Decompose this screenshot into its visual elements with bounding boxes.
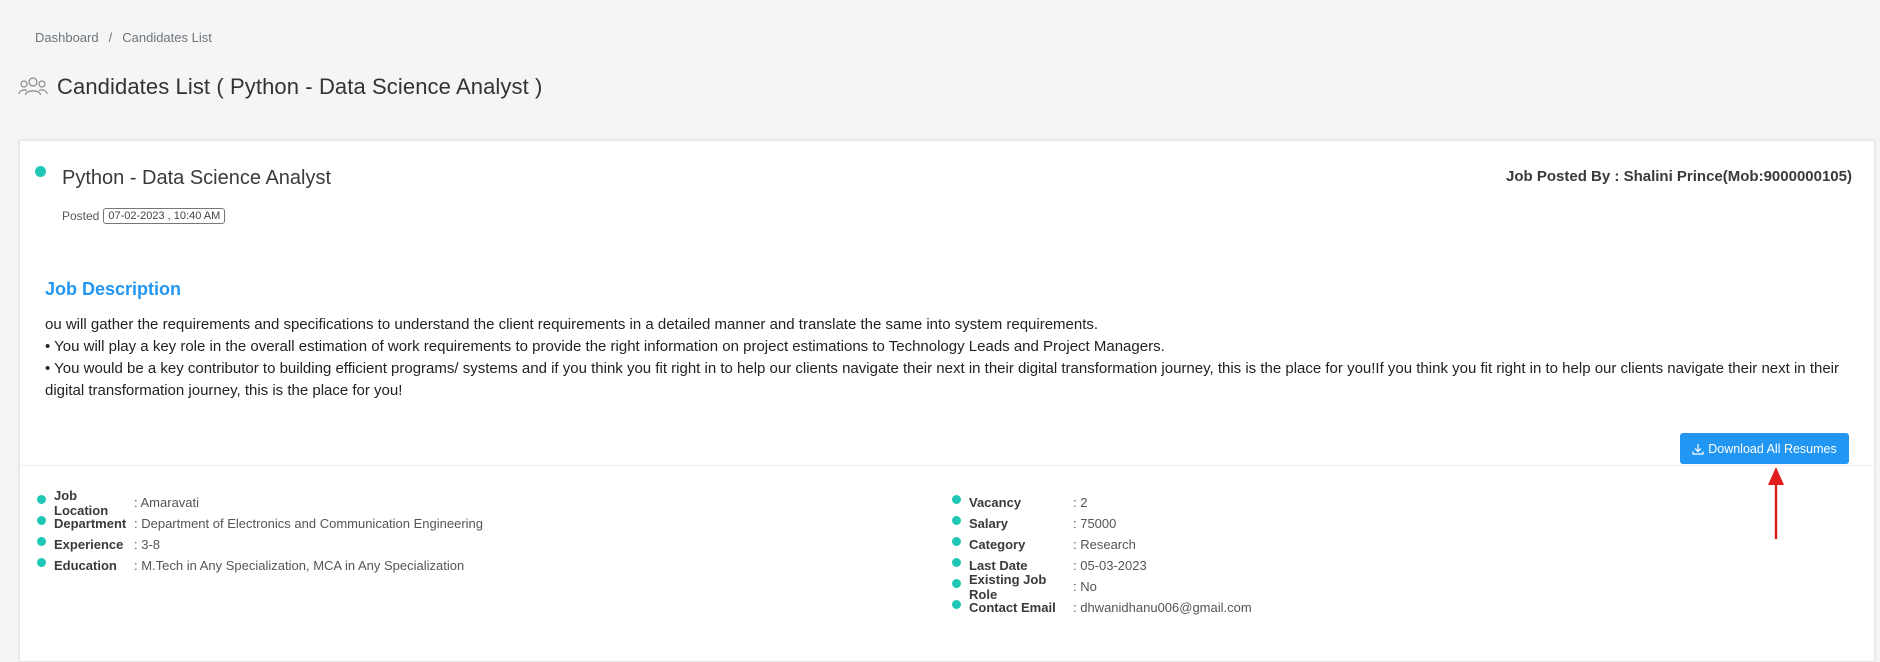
detail-job-location: Job Location : Amaravati [37,488,483,518]
users-icon [18,77,48,96]
detail-value: : 75000 [1073,516,1117,531]
download-all-resumes-label: Download All Resumes [1708,441,1837,456]
detail-value: : M.Tech in Any Specialization, MCA in A… [134,558,465,573]
bullet-icon [952,579,961,588]
detail-label: Existing Job Role [969,571,1047,602]
bullet-icon [952,558,961,567]
job-description-line: • You would be a key contributor to buil… [45,360,1840,399]
detail-contact-email: Contact Email : dhwanidhanu006@gmail.com [952,597,1252,618]
detail-label: Category [969,537,1026,552]
detail-existing-job-role: Existing Job Role : No [952,572,1252,602]
detail-label: Education [54,558,117,573]
posted-date-badge: 07-02-2023 , 10:40 AM [103,208,226,224]
job-description-line: ou will gather the requirements and spec… [45,316,1099,333]
detail-label: Vacancy [969,495,1022,510]
detail-value: : Department of Electronics and Communic… [134,516,484,531]
detail-department: Department : Department of Electronics a… [37,513,483,534]
detail-value: : 05-03-2023 [1073,558,1147,573]
download-icon [1692,443,1704,455]
detail-value: : No [1073,579,1097,594]
breadcrumb-dashboard-link[interactable]: Dashboard [35,30,99,45]
job-description-heading: Job Description [45,279,182,299]
bullet-icon [37,495,46,504]
detail-category: Category : Research [952,534,1252,555]
detail-value: : 2 [1073,495,1088,510]
red-arrow-up-icon [1768,467,1784,539]
job-details-right: Vacancy : 2 Salary : 75000 Category : Re… [952,492,1252,618]
detail-value: : Research [1073,537,1136,552]
posted-row: Posted 07-02-2023 , 10:40 AM [62,208,226,224]
detail-label: Salary [969,516,1009,531]
detail-salary: Salary : 75000 [952,513,1252,534]
breadcrumb-separator: / [108,30,113,45]
job-details-left: Job Location : Amaravati Department : De… [37,488,483,576]
bullet-icon [37,537,46,546]
detail-label: Department [54,516,127,531]
bullet-icon [952,600,961,609]
bullet-icon [952,495,961,504]
bullet-icon [37,516,46,525]
bullet-icon [952,516,961,525]
detail-label: Experience [54,537,124,552]
detail-education: Education : M.Tech in Any Specialization… [37,555,483,576]
posted-label: Posted [62,209,100,223]
detail-value: : 3-8 [134,537,161,552]
detail-value[interactable]: : dhwanidhanu006@gmail.com [1073,600,1252,615]
job-posted-by: Job Posted By : Shalini Prince(Mob:90000… [1506,168,1852,185]
job-title: Python - Data Science Analyst [62,167,332,189]
breadcrumb-current: Candidates List [122,30,212,45]
section-divider [20,465,1874,466]
download-all-resumes-button[interactable]: Download All Resumes [1680,433,1849,464]
breadcrumb: Dashboard / Candidates List [35,30,212,45]
page-title: Candidates List ( Python - Data Science … [57,74,543,99]
page-header: Candidates List ( Python - Data Science … [18,74,542,100]
detail-label: Contact Email [969,600,1056,615]
bullet-icon [37,558,46,567]
job-description-line: • You will play a key role in the overal… [45,338,1165,355]
job-description-text: ou will gather the requirements and spec… [45,314,1871,402]
detail-experience: Experience : 3-8 [37,534,483,555]
detail-value: : Amaravati [134,495,200,510]
bullet-icon [952,537,961,546]
job-card: Python - Data Science Analyst Posted 07-… [19,140,1875,662]
job-status-dot [35,166,46,177]
detail-label: Job Location [54,487,109,518]
detail-vacancy: Vacancy : 2 [952,492,1252,513]
